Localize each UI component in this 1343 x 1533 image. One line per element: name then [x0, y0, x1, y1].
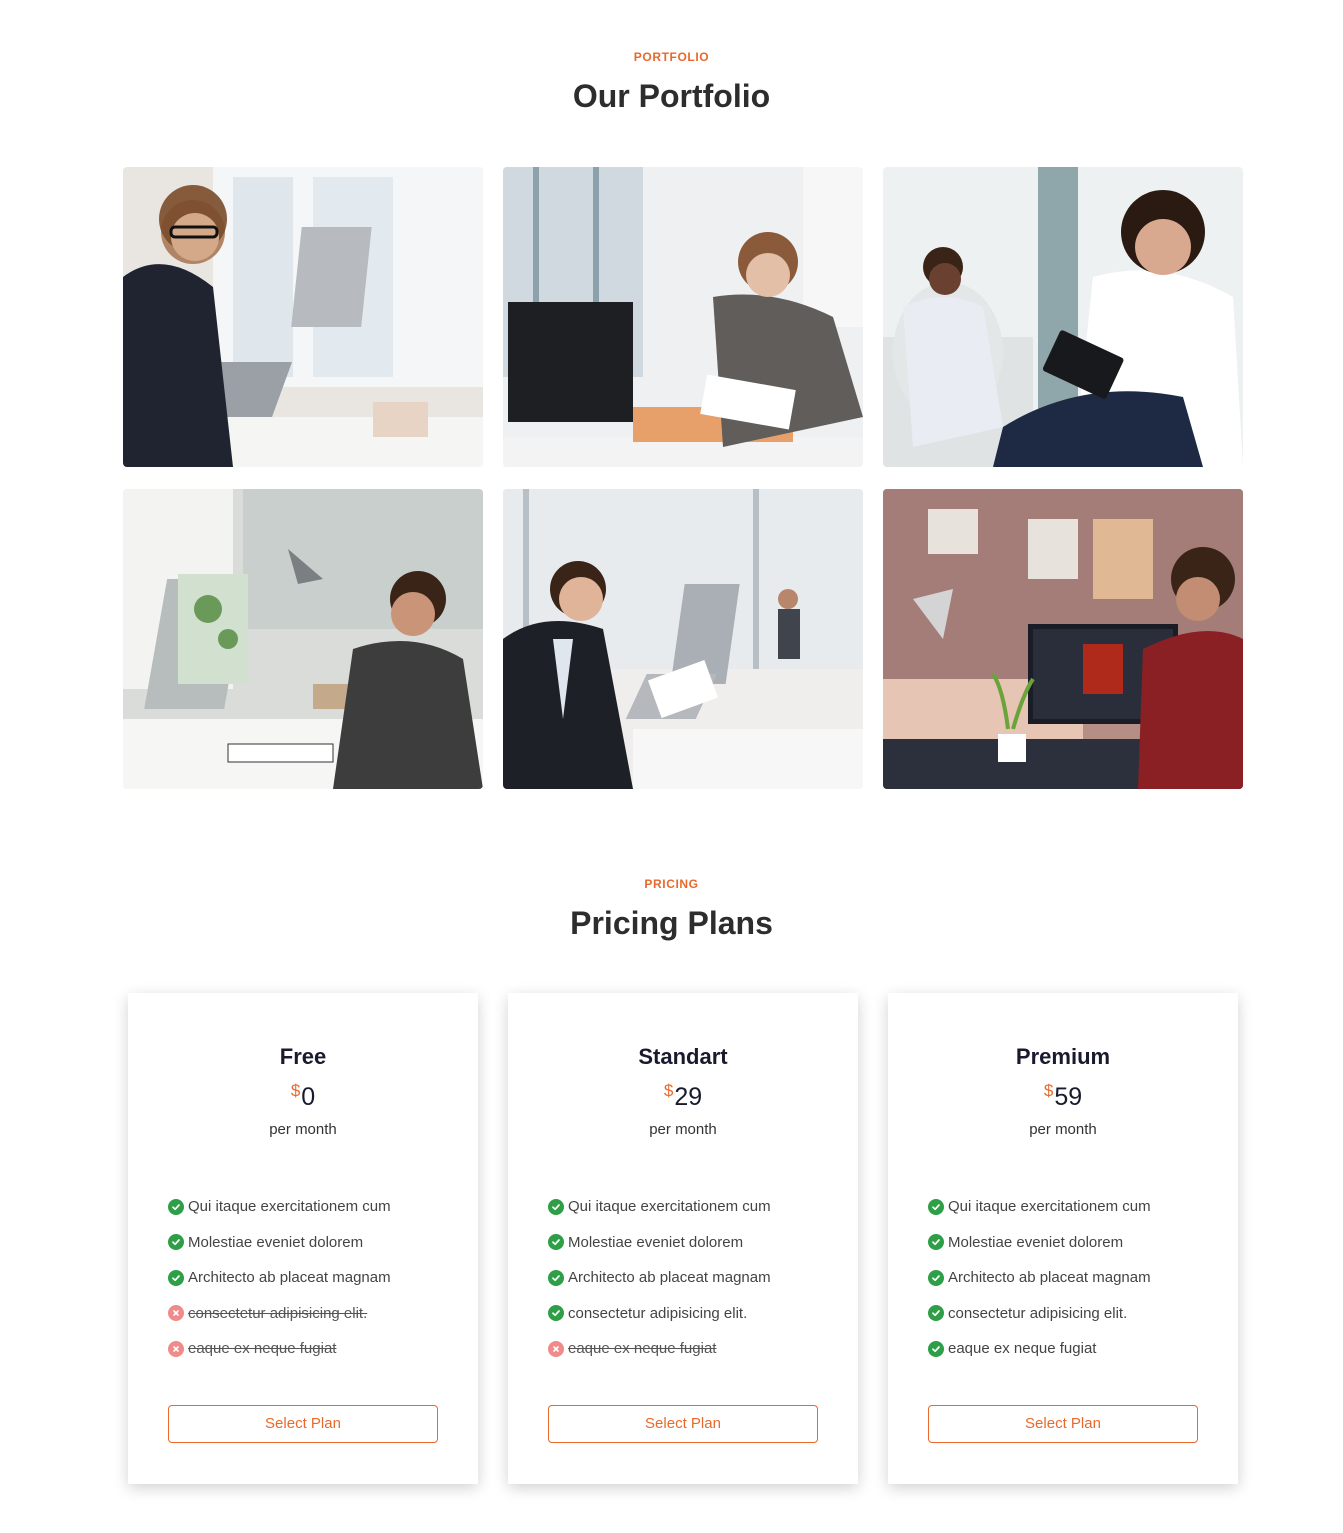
feature-text: consectetur adipisicing elit.: [568, 1304, 748, 1322]
plan-card-standart: Standart $ 29 per month Qui itaque exerc…: [508, 993, 858, 1484]
x-circle-icon: [168, 1305, 184, 1322]
plan-card-premium: Premium $ 59 per month Qui itaque exerci…: [888, 993, 1238, 1484]
check-circle-icon: [548, 1305, 564, 1322]
x-circle-icon: [168, 1340, 184, 1357]
price-amount: 59: [1054, 1083, 1083, 1111]
check-circle-icon: [928, 1198, 944, 1215]
feature-text: consectetur adipisicing elit.: [948, 1304, 1128, 1322]
feature-included: Architecto ab placeat magnam: [928, 1260, 1198, 1296]
portfolio-image: [123, 489, 483, 789]
plan-card-free: Free $ 0 per month Qui itaque exercitati…: [128, 993, 478, 1484]
plan-name: Free: [279, 1044, 327, 1069]
feature-included: eaque ex neque fugiat: [928, 1331, 1198, 1367]
portfolio-grid: [123, 167, 1243, 789]
pricing-title: Pricing Plans: [570, 905, 773, 941]
price-period: per month: [1029, 1121, 1097, 1138]
feature-list: Qui itaque exercitationem cum Molestiae e…: [928, 1189, 1198, 1367]
feature-text: Architecto ab placeat magnam: [568, 1269, 771, 1287]
feature-included: Qui itaque exercitationem cum: [928, 1189, 1198, 1225]
feature-text: Molestiae eveniet dolorem: [948, 1233, 1124, 1251]
feature-included: Qui itaque exercitationem cum: [168, 1189, 438, 1225]
feature-text: Qui itaque exercitationem cum: [188, 1198, 391, 1216]
feature-included: Molestiae eveniet dolorem: [928, 1225, 1198, 1261]
portfolio-item[interactable]: [123, 167, 483, 467]
portfolio-header: PORTFOLIO Our Portfolio: [0, 50, 1343, 115]
currency-symbol: $: [290, 1081, 301, 1100]
plan-price: $ 29: [548, 1079, 818, 1115]
feature-included: Qui itaque exercitationem cum: [548, 1189, 818, 1225]
feature-text: consectetur adipisicing elit.: [188, 1304, 368, 1322]
select-plan-button[interactable]: Select Plan: [928, 1404, 1198, 1443]
plan-price: $ 0: [168, 1079, 438, 1115]
price-period: per month: [269, 1121, 337, 1138]
check-circle-icon: [168, 1234, 184, 1251]
pricing-eyebrow: PRICING: [644, 877, 699, 891]
plan-name: Premium: [1015, 1044, 1111, 1069]
portfolio-image: [123, 167, 483, 467]
portfolio-image: [883, 489, 1243, 789]
check-circle-icon: [928, 1269, 944, 1286]
check-circle-icon: [928, 1305, 944, 1322]
currency-symbol: $: [663, 1081, 674, 1100]
feature-excluded: consectetur adipisicing elit.: [168, 1296, 438, 1332]
x-circle-icon: [548, 1340, 564, 1357]
portfolio-image: [503, 167, 863, 467]
check-circle-icon: [928, 1234, 944, 1251]
feature-text: Architecto ab placeat magnam: [188, 1269, 391, 1287]
feature-list: Qui itaque exercitationem cum Molestiae e…: [548, 1189, 818, 1367]
currency-symbol: $: [1043, 1081, 1054, 1100]
feature-text: eaque ex neque fugiat: [568, 1340, 717, 1358]
portfolio-item[interactable]: [503, 167, 863, 467]
feature-text: Qui itaque exercitationem cum: [568, 1198, 771, 1216]
portfolio-title: Our Portfolio: [572, 78, 771, 114]
price-amount: 0: [301, 1083, 316, 1111]
portfolio-item[interactable]: [123, 489, 483, 789]
feature-included: Architecto ab placeat magnam: [548, 1260, 818, 1296]
select-plan-button[interactable]: Select Plan: [548, 1404, 818, 1443]
check-circle-icon: [168, 1269, 184, 1286]
check-circle-icon: [548, 1234, 564, 1251]
portfolio-item[interactable]: [883, 489, 1243, 789]
plan-name: Standart: [638, 1044, 728, 1069]
portfolio-item[interactable]: [883, 167, 1243, 467]
price-amount: 29: [674, 1083, 703, 1111]
feature-included: Molestiae eveniet dolorem: [168, 1225, 438, 1261]
feature-included: Architecto ab placeat magnam: [168, 1260, 438, 1296]
feature-included: consectetur adipisicing elit.: [548, 1296, 818, 1332]
feature-included: consectetur adipisicing elit.: [928, 1296, 1198, 1332]
feature-included: Molestiae eveniet dolorem: [548, 1225, 818, 1261]
check-circle-icon: [168, 1198, 184, 1215]
check-circle-icon: [928, 1340, 944, 1357]
price-period: per month: [649, 1121, 717, 1138]
portfolio-eyebrow: PORTFOLIO: [633, 50, 710, 64]
plan-price: $ 59: [928, 1079, 1198, 1115]
feature-list: Qui itaque exercitationem cum Molestiae e…: [168, 1189, 438, 1367]
feature-excluded: eaque ex neque fugiat: [548, 1331, 818, 1367]
feature-text: Architecto ab placeat magnam: [948, 1269, 1151, 1287]
select-plan-button[interactable]: Select Plan: [168, 1404, 438, 1443]
feature-text: eaque ex neque fugiat: [948, 1340, 1097, 1358]
pricing-header: PRICING Pricing Plans: [0, 877, 1343, 942]
feature-excluded: eaque ex neque fugiat: [168, 1331, 438, 1367]
feature-text: Molestiae eveniet dolorem: [188, 1233, 364, 1251]
portfolio-image: [883, 167, 1243, 467]
feature-text: eaque ex neque fugiat: [188, 1340, 337, 1358]
feature-text: Qui itaque exercitationem cum: [948, 1198, 1151, 1216]
portfolio-image: [503, 489, 863, 789]
portfolio-item[interactable]: [503, 489, 863, 789]
check-circle-icon: [548, 1269, 564, 1286]
check-circle-icon: [548, 1198, 564, 1215]
feature-text: Molestiae eveniet dolorem: [568, 1233, 744, 1251]
pricing-plans: Free $ 0 per month Qui itaque exercitati…: [128, 993, 1238, 1484]
